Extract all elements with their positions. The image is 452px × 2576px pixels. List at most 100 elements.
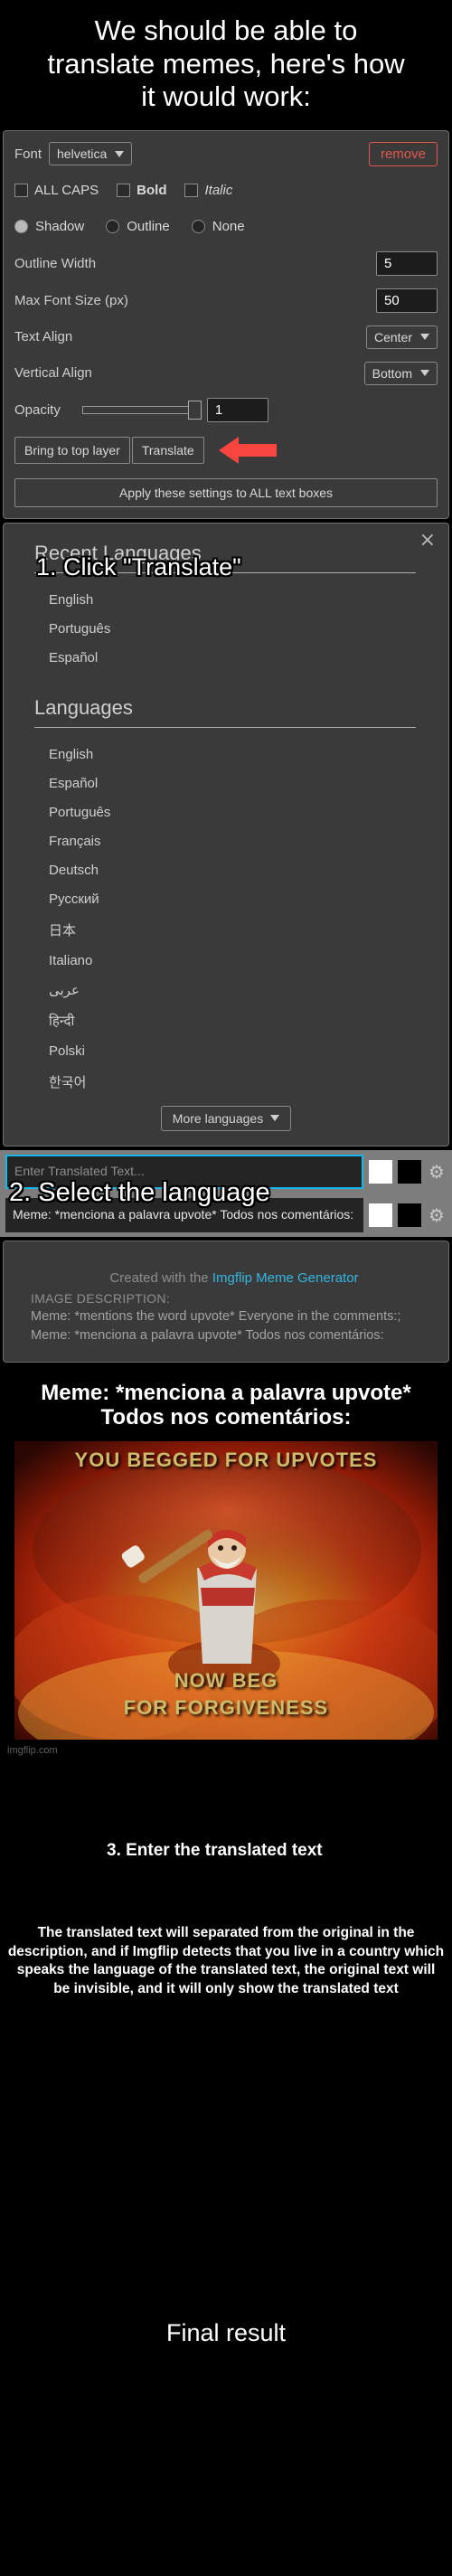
outline-width-row: Outline Width 5: [14, 250, 438, 276]
checkbox-italic[interactable]: Italic: [184, 183, 232, 198]
imgflip-meme-generator-link[interactable]: Imgflip Meme Generator: [212, 1270, 359, 1286]
gear-icon[interactable]: ⚙: [427, 1205, 447, 1225]
language-item[interactable]: Français: [20, 827, 432, 856]
radio-dot-icon[interactable]: [191, 220, 205, 234]
text-color-black-swatch[interactable]: [398, 1159, 421, 1184]
checkbox-italic-label: Italic: [204, 183, 233, 199]
text-settings-panel: Font helvetica remove ALL CAPS Bold Ital…: [3, 129, 449, 519]
chevron-down-icon: [420, 370, 429, 377]
divider: [34, 726, 416, 728]
instruction-note: The translated text will separated from …: [7, 1925, 445, 1996]
text-align-value: Center: [373, 329, 412, 344]
description-panel: Created with the Imgflip Meme Generator …: [3, 1240, 449, 1363]
text-color-white-swatch[interactable]: [369, 1159, 392, 1184]
language-item[interactable]: Русский: [20, 885, 432, 914]
meme-caption-bottom-2: FOR FORGIVENESS: [123, 1695, 329, 1719]
remove-button[interactable]: remove: [368, 141, 438, 166]
checkbox-all-caps[interactable]: ALL CAPS: [14, 183, 99, 198]
radio-none[interactable]: None: [191, 219, 245, 235]
language-item[interactable]: Deutsch: [20, 856, 432, 885]
created-with-prefix: Created with the: [109, 1269, 212, 1286]
checkbox-bold[interactable]: Bold: [117, 183, 166, 198]
recent-language-item[interactable]: Español: [20, 644, 432, 673]
languages-dialog: × Recent Languages English Português Esp…: [3, 522, 449, 1146]
meme-caption-bottom-1: NOW BEG: [174, 1668, 278, 1692]
more-languages-button[interactable]: More languages: [160, 1105, 292, 1131]
created-with-line: Created with the Imgflip Meme Generator: [31, 1270, 438, 1286]
translate-button[interactable]: Translate: [131, 436, 204, 464]
radio-dot-icon[interactable]: [106, 220, 120, 234]
chevron-down-icon: [420, 334, 429, 341]
language-item[interactable]: Italiano: [20, 947, 432, 976]
language-item[interactable]: 日本: [20, 914, 432, 947]
apply-all-row: Apply these settings to ALL text boxes: [14, 477, 438, 507]
translated-text-bar: Enter Translated Text... ⚙: [0, 1149, 452, 1194]
checkbox-box-icon[interactable]: [117, 184, 131, 198]
meme-caption-top: YOU BEGGED FOR UPVOTES: [74, 1448, 378, 1471]
gear-icon[interactable]: ⚙: [427, 1162, 447, 1182]
opacity-slider-thumb[interactable]: [187, 400, 202, 420]
opacity-slider[interactable]: [81, 400, 202, 420]
pointer-arrow-icon: [218, 435, 277, 466]
language-item[interactable]: عربى: [20, 976, 432, 1005]
more-languages-row: More languages: [20, 1099, 432, 1135]
language-item[interactable]: Polski: [20, 1037, 432, 1066]
opacity-input[interactable]: 1: [206, 397, 268, 422]
image-description-body: Meme: *mentions the word upvote* Everyon…: [31, 1308, 401, 1343]
chevron-down-icon: [270, 1115, 280, 1122]
divider: [34, 571, 416, 573]
text-align-label: Text Align: [14, 329, 73, 345]
image-description-label: IMAGE DESCRIPTION:: [31, 1290, 170, 1306]
translated-text-input[interactable]: Enter Translated Text...: [5, 1154, 363, 1189]
opacity-slider-track[interactable]: [81, 405, 200, 414]
imgflip-watermark: imgflip.com: [0, 1739, 452, 1761]
instruction-step-3: 3. Enter the translated text: [107, 1841, 323, 1860]
vertical-align-value: Bottom: [372, 365, 412, 381]
meme-image: YOU BEGGED FOR UPVOTES NOW BEG FOR FORGI…: [14, 1440, 438, 1740]
checkbox-bold-label: Bold: [137, 183, 167, 199]
outline-width-input[interactable]: 5: [376, 250, 438, 276]
instruction-final-result: Final result: [165, 2319, 287, 2346]
effect-radio-row: Shadow Outline None: [14, 215, 438, 239]
max-font-size-label: Max Font Size (px): [14, 292, 128, 308]
bring-to-top-layer-button[interactable]: Bring to top layer: [14, 436, 130, 464]
original-text-input[interactable]: Meme: *menciona a palavra upvote* Todos …: [5, 1197, 363, 1232]
radio-none-label: None: [212, 219, 245, 235]
language-item[interactable]: Español: [20, 769, 432, 798]
checkbox-box-icon[interactable]: [14, 184, 28, 198]
text-color-black-swatch[interactable]: [398, 1203, 421, 1227]
language-item[interactable]: Português: [20, 798, 432, 827]
screenshot-root: We should be able to translate memes, he…: [0, 0, 452, 2576]
style-checkbox-row: ALL CAPS Bold Italic: [14, 179, 438, 203]
text-color-white-swatch[interactable]: [369, 1203, 392, 1227]
close-icon[interactable]: ×: [419, 530, 436, 551]
font-select-value: helvetica: [57, 146, 108, 162]
vertical-align-row: Vertical Align Bottom: [14, 361, 438, 385]
chevron-down-icon: [115, 150, 125, 157]
language-item[interactable]: हिन्दी: [20, 1005, 432, 1037]
text-align-select[interactable]: Center: [365, 325, 438, 349]
page-title: We should be able to translate memes, he…: [0, 0, 452, 127]
recent-languages-heading: Recent Languages: [34, 541, 202, 564]
opacity-row: Opacity 1: [14, 397, 438, 422]
radio-outline-label: Outline: [127, 219, 170, 235]
font-select[interactable]: helvetica: [49, 142, 133, 166]
meme-top-text: Meme: *menciona a palavra upvote* Todos …: [41, 1380, 411, 1430]
language-item[interactable]: 한국어: [20, 1066, 432, 1099]
checkbox-box-icon[interactable]: [184, 184, 199, 198]
text-align-row: Text Align Center: [14, 325, 438, 349]
radio-outline[interactable]: Outline: [106, 219, 170, 234]
recent-language-item[interactable]: Português: [20, 615, 432, 644]
apply-settings-all-button[interactable]: Apply these settings to ALL text boxes: [14, 477, 438, 507]
vertical-align-select[interactable]: Bottom: [363, 361, 438, 385]
max-font-size-row: Max Font Size (px) 50: [14, 288, 438, 313]
opacity-label: Opacity: [14, 401, 61, 418]
recent-language-item[interactable]: English: [20, 586, 432, 615]
final-meme-preview: Meme: *menciona a palavra upvote* Todos …: [14, 1365, 438, 1740]
radio-shadow[interactable]: Shadow: [14, 219, 84, 234]
max-font-size-input[interactable]: 50: [376, 288, 438, 313]
radio-shadow-label: Shadow: [35, 219, 85, 235]
language-item[interactable]: English: [20, 741, 432, 769]
checkbox-all-caps-label: ALL CAPS: [34, 183, 99, 199]
radio-dot-icon[interactable]: [14, 220, 28, 234]
